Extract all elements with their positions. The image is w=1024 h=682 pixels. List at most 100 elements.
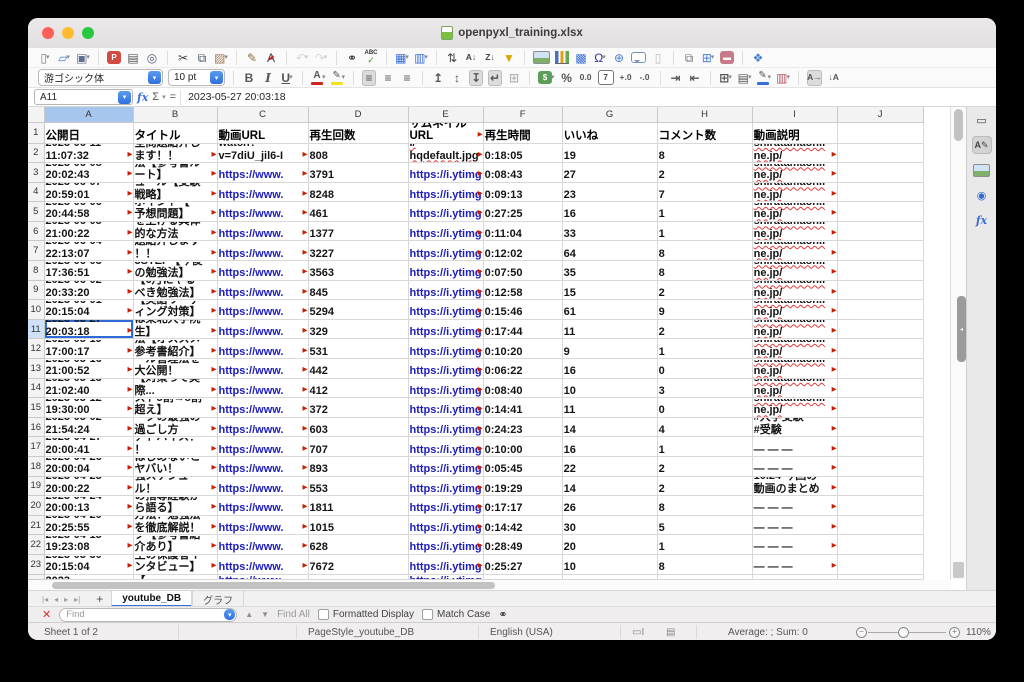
row-header-23[interactable]: 23 <box>28 554 44 574</box>
cell-E5[interactable]: https://i.ytimg▶ <box>408 202 483 222</box>
cell-H8[interactable]: 8 <box>657 261 752 281</box>
cell-H14[interactable]: 3 <box>657 378 752 398</box>
cell-H21[interactable]: 5 <box>657 515 752 535</box>
cell-C19[interactable]: https://www.▶ <box>217 476 308 496</box>
header-cell-G1[interactable]: いいね <box>562 122 657 143</box>
cell-B3[interactable]: 法【参考書ルート】▶ <box>133 163 217 183</box>
find-dropdown-icon[interactable]: ▾ <box>224 609 235 620</box>
font-color-button[interactable]: A▾ <box>311 70 326 86</box>
cell-C18[interactable]: https://www.▶ <box>217 457 308 477</box>
cell-F5[interactable]: 0:27:25 <box>483 202 562 222</box>
cell-G10[interactable]: 61 <box>562 300 657 320</box>
cell-E2[interactable]: i/hqdefault.jpg▶ <box>408 143 483 163</box>
sum-average-label[interactable]: Average: ; Sum: 0 <box>728 623 808 640</box>
cell-E18[interactable]: https://i.ytimg▶ <box>408 457 483 477</box>
add-decimal-button[interactable]: +.0 <box>619 70 633 86</box>
cell-G23[interactable]: 10 <box>562 554 657 574</box>
cell-C11[interactable]: https://www.▶ <box>217 319 308 339</box>
cell-A21[interactable]: 2023-04-2020:25:55▶ <box>44 515 133 535</box>
cell-J16[interactable] <box>837 417 923 437</box>
border-style-button[interactable]: ▤▾ <box>738 70 752 86</box>
cell-H5[interactable]: 1 <box>657 202 752 222</box>
conditional-formatting-button[interactable]: ▥▾ <box>776 70 790 86</box>
cell-H23[interactable]: 8 <box>657 554 752 574</box>
cell-F16[interactable]: 0:24:23 <box>483 417 562 437</box>
cell-J18[interactable] <box>837 457 923 477</box>
formatted-display-checkbox[interactable] <box>318 609 329 620</box>
cell-B16[interactable]: ークの最強の過ごし方▶ <box>133 417 217 437</box>
cell-F3[interactable]: 0:08:43 <box>483 163 562 183</box>
row-header-19[interactable]: 19 <box>28 476 44 496</box>
cell-I19[interactable]: 10.24 今回の動画のまとめ▶ <box>752 476 837 496</box>
cell-D24[interactable] <box>308 574 408 579</box>
redo-icon[interactable]: ↷▾ <box>314 50 328 66</box>
increase-indent-button[interactable]: ⇥ <box>669 70 683 86</box>
header-cell-I1[interactable]: 動画説明 <box>752 122 837 143</box>
cell-H12[interactable]: 1 <box>657 339 752 359</box>
cell-C3[interactable]: https://www.▶ <box>217 163 308 183</box>
cell-A17[interactable]: 2023-04-2720:00:41▶ <box>44 437 133 457</box>
cell-F4[interactable]: 0:09:13 <box>483 182 562 202</box>
column-header-H[interactable]: H <box>657 107 752 122</box>
align-right-button[interactable]: ≡ <box>400 70 414 86</box>
cell-B24[interactable]: 【 <box>133 574 217 579</box>
cell-C20[interactable]: https://www.▶ <box>217 496 308 516</box>
cell-D22[interactable]: 628 <box>308 535 408 555</box>
row-header-16[interactable]: 16 <box>28 417 44 437</box>
cell-J6[interactable] <box>837 221 923 241</box>
cell-E16[interactable]: https://i.ytimg▶ <box>408 417 483 437</box>
cell-I23[interactable]: ―――▶ <box>752 554 837 574</box>
cell-H15[interactable]: 0 <box>657 398 752 418</box>
clone-formatting-icon[interactable]: ✎ <box>245 50 259 66</box>
cell-G9[interactable]: 15 <box>562 280 657 300</box>
row-header-9[interactable]: 9 <box>28 280 44 300</box>
cell-I15[interactable]: shiratamaonline.jp/▶ <box>752 398 837 418</box>
autofilter-icon[interactable]: ▼ <box>502 50 516 66</box>
cell-A13[interactable]: 2023-05-1621:00:52▶ <box>44 359 133 379</box>
cell-E17[interactable]: https://i.ytimg▶ <box>408 437 483 457</box>
cell-F20[interactable]: 0:17:17 <box>483 496 562 516</box>
cell-E13[interactable]: https://i.ytimg▶ <box>408 359 483 379</box>
cell-C23[interactable]: https://www.▶ <box>217 554 308 574</box>
cell-F8[interactable]: 0:07:50 <box>483 261 562 281</box>
cell-H7[interactable]: 8 <box>657 241 752 261</box>
cell-G8[interactable]: 35 <box>562 261 657 281</box>
cell-J14[interactable] <box>837 378 923 398</box>
row-header-15[interactable]: 15 <box>28 398 44 418</box>
row-header-2[interactable]: 2 <box>28 143 44 163</box>
font-name-combo[interactable]: 游ゴシック体▾ <box>38 69 163 86</box>
cell-A20[interactable]: 2023-04-2420:00:13▶ <box>44 496 133 516</box>
column-header-D[interactable]: D <box>308 107 408 122</box>
row-header-13[interactable]: 13 <box>28 359 44 379</box>
cell-J24[interactable] <box>837 574 923 579</box>
header-cell-H1[interactable]: コメント数 <box>657 122 752 143</box>
row-header-10[interactable]: 10 <box>28 300 44 320</box>
align-left-button[interactable]: ≡ <box>362 70 376 86</box>
cell-D18[interactable]: 893 <box>308 457 408 477</box>
cell-G5[interactable]: 16 <box>562 202 657 222</box>
cell-A11[interactable]: 2023-05-2720:03:18▶ <box>44 319 133 339</box>
font-size-combo[interactable]: 10 pt▾ <box>168 69 225 86</box>
language-label[interactable]: English (USA) <box>490 623 553 640</box>
sort-ascending-icon[interactable]: A↓ <box>464 50 478 66</box>
new-document-icon[interactable]: ▯▾ <box>38 50 52 66</box>
spelling-icon[interactable]: ABC✓ <box>364 50 378 66</box>
header-cell-C1[interactable]: 動画URL <box>217 122 308 143</box>
row-header-18[interactable]: 18 <box>28 457 44 477</box>
cell-E14[interactable]: https://i.ytimg▶ <box>408 378 483 398</box>
cell-A15[interactable]: 2023-05-1219:30:00▶ <box>44 398 133 418</box>
cell-J7[interactable] <box>837 241 923 261</box>
cell-H6[interactable]: 1 <box>657 221 752 241</box>
cell-D20[interactable]: 1811 <box>308 496 408 516</box>
cell-J15[interactable] <box>837 398 923 418</box>
cell-J12[interactable] <box>837 339 923 359</box>
cell-C17[interactable]: https://www.▶ <box>217 437 308 457</box>
cell-A5[interactable]: 2023-06-0620:44:58▶ <box>44 202 133 222</box>
autofilter-table-icon[interactable]: ▦▾ <box>395 50 409 66</box>
cell-D23[interactable]: 7672 <box>308 554 408 574</box>
cell-G13[interactable]: 16 <box>562 359 657 379</box>
cell-B14[interactable]: 【対策って実際...▶ <box>133 378 217 398</box>
page-style-label[interactable]: PageStyle_youtube_DB <box>308 623 414 640</box>
header-cell-F1[interactable]: 再生時間 <box>483 122 562 143</box>
cell-E12[interactable]: https://i.ytimg▶ <box>408 339 483 359</box>
